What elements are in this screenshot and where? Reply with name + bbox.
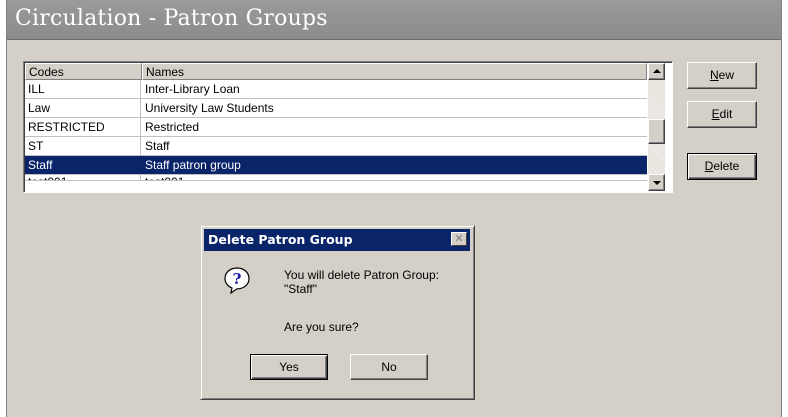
list-row-staff-selected[interactable]: Staff Staff patron group — [25, 156, 647, 175]
question-icon: ? — [224, 267, 250, 294]
row-name: test001 — [141, 175, 647, 180]
list-rows: ILL Inter-Library Loan Law University La… — [25, 80, 647, 181]
row-name: Restricted — [145, 120, 200, 134]
patron-groups-list[interactable]: Codes Names ILL Inter-Library Loan Law U… — [23, 61, 673, 193]
list-row-ill[interactable]: ILL Inter-Library Loan — [25, 80, 647, 99]
dialog-title-bar: Delete Patron Group ✕ — [204, 229, 470, 251]
svg-text:?: ? — [233, 270, 242, 288]
row-code: Law — [25, 99, 141, 117]
message-line-1: You will delete Patron Group: — [284, 268, 439, 282]
main-window: Circulation - Patron Groups Codes Names … — [6, 0, 782, 417]
window-title-bar: Circulation - Patron Groups — [7, 0, 781, 40]
list-header: Codes Names — [25, 63, 647, 80]
list-row-restricted[interactable]: RESTRICTED Restricted — [25, 118, 647, 137]
row-name: Staff patron group — [145, 158, 241, 172]
row-code: ST — [25, 137, 141, 155]
scroll-up-button[interactable] — [648, 63, 665, 80]
dialog-message: You will delete Patron Group: "Staff" — [284, 268, 439, 296]
row-code: test001 — [25, 175, 141, 180]
row-name: Staff — [145, 139, 170, 153]
delete-confirmation-dialog: Delete Patron Group ✕ ? You will delete … — [200, 225, 475, 400]
dialog-question: Are you sure? — [284, 320, 359, 334]
edit-button[interactable]: Edit — [687, 101, 757, 128]
column-header-codes[interactable]: Codes — [25, 63, 142, 80]
close-icon[interactable]: ✕ — [451, 232, 467, 246]
scroll-down-button[interactable] — [648, 174, 665, 191]
row-code: RESTRICTED — [25, 118, 141, 136]
dialog-title: Delete Patron Group — [208, 232, 353, 247]
new-button[interactable]: New — [687, 62, 757, 89]
no-button[interactable]: No — [350, 354, 428, 380]
arrow-up-icon — [653, 69, 661, 73]
row-name: Inter-Library Loan — [145, 82, 240, 96]
column-header-names[interactable]: Names — [142, 63, 647, 80]
arrow-down-icon — [653, 181, 661, 185]
row-name: University Law Students — [145, 101, 274, 115]
row-code: ILL — [25, 80, 141, 98]
list-vertical-scrollbar[interactable] — [648, 63, 665, 191]
list-row-law[interactable]: Law University Law Students — [25, 99, 647, 118]
list-row-st[interactable]: ST Staff — [25, 137, 647, 156]
scroll-thumb[interactable] — [648, 119, 665, 144]
message-line-2: "Staff" — [284, 282, 317, 296]
delete-button[interactable]: Delete — [687, 153, 757, 180]
yes-button[interactable]: Yes — [250, 354, 328, 380]
list-row-test001[interactable]: test001 test001 — [25, 175, 647, 181]
window-title: Circulation - Patron Groups — [15, 6, 328, 31]
row-code: Staff — [25, 156, 141, 174]
